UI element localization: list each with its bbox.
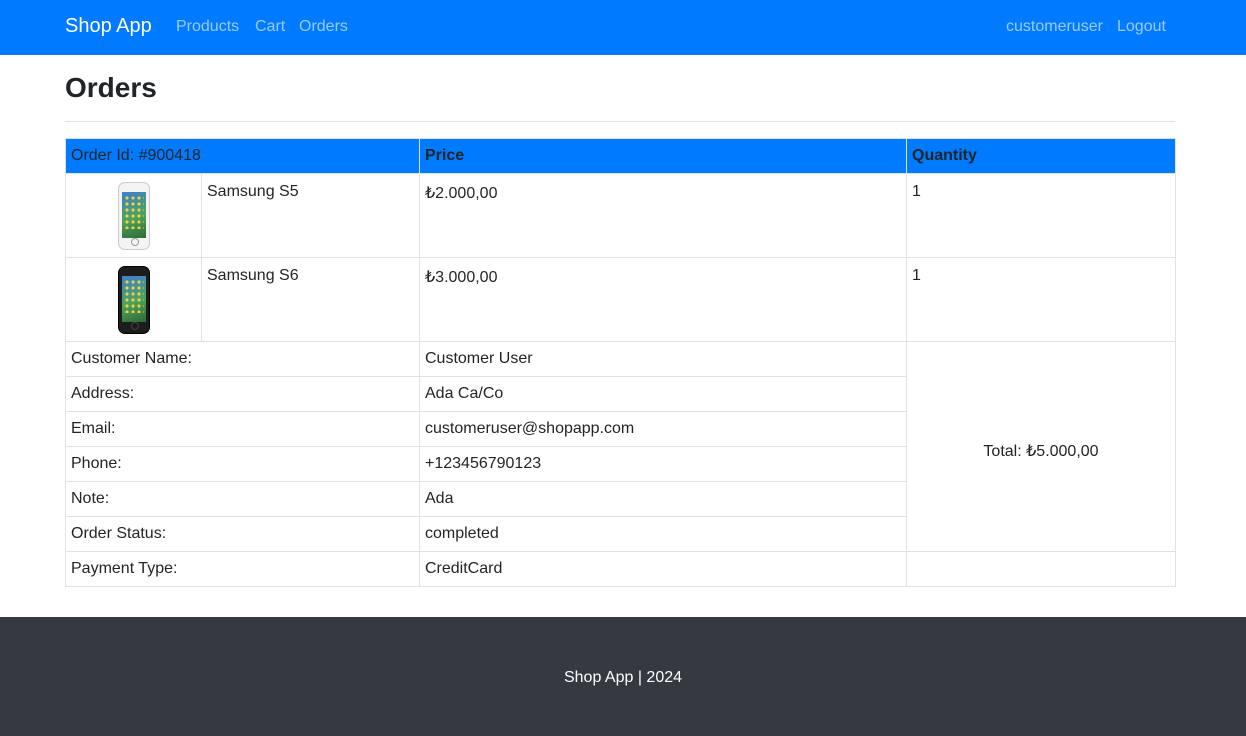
price-header: Price: [419, 138, 907, 174]
phone-white-icon: [117, 181, 150, 250]
detail-label: Address:: [65, 376, 420, 412]
detail-value: customeruser@shopapp.com: [419, 411, 907, 447]
product-quantity: 1: [906, 257, 1176, 342]
order-item-row: Samsung S5 ₺2.000,00 1: [65, 173, 1176, 258]
product-price: ₺3.000,00: [419, 257, 907, 342]
order-id-header: Order Id: #900418: [65, 138, 420, 174]
detail-value: +123456790123: [419, 446, 907, 482]
product-quantity: 1: [906, 173, 1176, 258]
detail-label: Customer Name:: [65, 341, 420, 377]
detail-value: CreditCard: [419, 551, 907, 587]
detail-label: Order Status:: [65, 516, 420, 552]
footer-text: Shop App | 2024: [563, 669, 683, 686]
nav-link-username[interactable]: customeruser: [1006, 18, 1103, 36]
navbar: Shop App Products Cart Orders customerus…: [0, 0, 1246, 55]
product-image-cell: [65, 173, 202, 258]
order-table: Order Id: #900418 Price Quantity Samsung…: [65, 138, 1176, 587]
phone-black-icon: [117, 265, 150, 334]
detail-value: Ada Ca/Co: [419, 376, 907, 412]
detail-value: completed: [419, 516, 907, 552]
title-divider: [65, 121, 1175, 122]
detail-row-payment-type: Payment Type: CreditCard: [65, 551, 1176, 587]
detail-value: Customer User: [419, 341, 907, 377]
product-image-cell: [65, 257, 202, 342]
order-table-header: Order Id: #900418 Price Quantity: [65, 138, 1176, 174]
detail-label: Note:: [65, 481, 420, 517]
order-item-row: Samsung S6 ₺3.000,00 1: [65, 257, 1176, 342]
footer: Shop App | 2024: [0, 617, 1246, 736]
nav-link-logout[interactable]: Logout: [1117, 18, 1166, 36]
page-title: Orders: [65, 72, 157, 103]
nav-link-orders[interactable]: Orders: [299, 18, 348, 36]
product-name: Samsung S6: [201, 257, 420, 342]
product-name: Samsung S5: [201, 173, 420, 258]
quantity-header: Quantity: [906, 138, 1176, 174]
detail-row-customer-name: Customer Name: Customer User Total: ₺5.0…: [65, 341, 1176, 552]
detail-label: Payment Type:: [65, 551, 420, 587]
detail-value: Ada: [419, 481, 907, 517]
product-price: ₺2.000,00: [419, 173, 907, 258]
detail-label: Email:: [65, 411, 420, 447]
nav-link-cart[interactable]: Cart: [255, 18, 285, 36]
detail-label: Phone:: [65, 446, 420, 482]
empty-cell: [906, 551, 1176, 587]
order-total: Total: ₺5.000,00: [906, 341, 1176, 552]
nav-link-products[interactable]: Products: [176, 18, 239, 36]
brand-link[interactable]: Shop App: [65, 15, 152, 38]
